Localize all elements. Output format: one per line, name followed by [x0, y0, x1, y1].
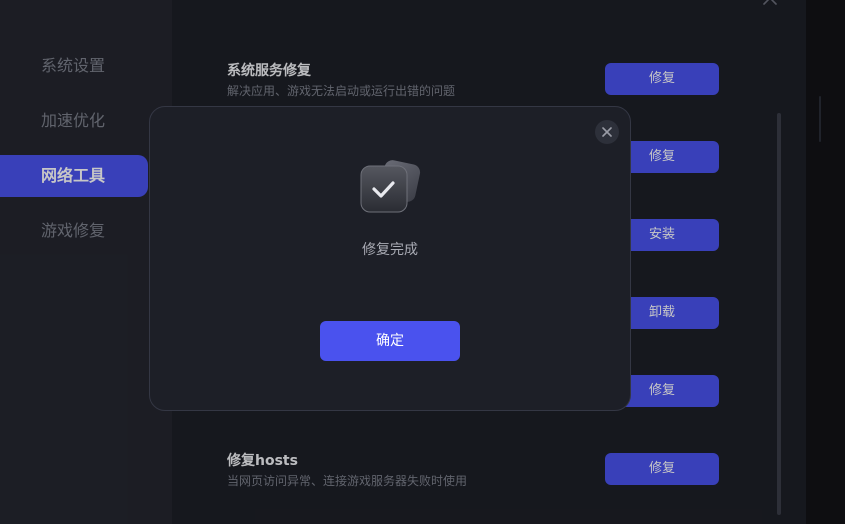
- confirm-button[interactable]: 确定: [320, 321, 460, 361]
- dialog-message: 修复完成: [362, 242, 418, 258]
- success-icon: [360, 160, 422, 216]
- repair-complete-dialog: 修复完成 确定: [149, 106, 631, 411]
- check-icon: [360, 160, 421, 213]
- close-icon: [602, 127, 612, 137]
- dialog-close-button[interactable]: [595, 120, 619, 144]
